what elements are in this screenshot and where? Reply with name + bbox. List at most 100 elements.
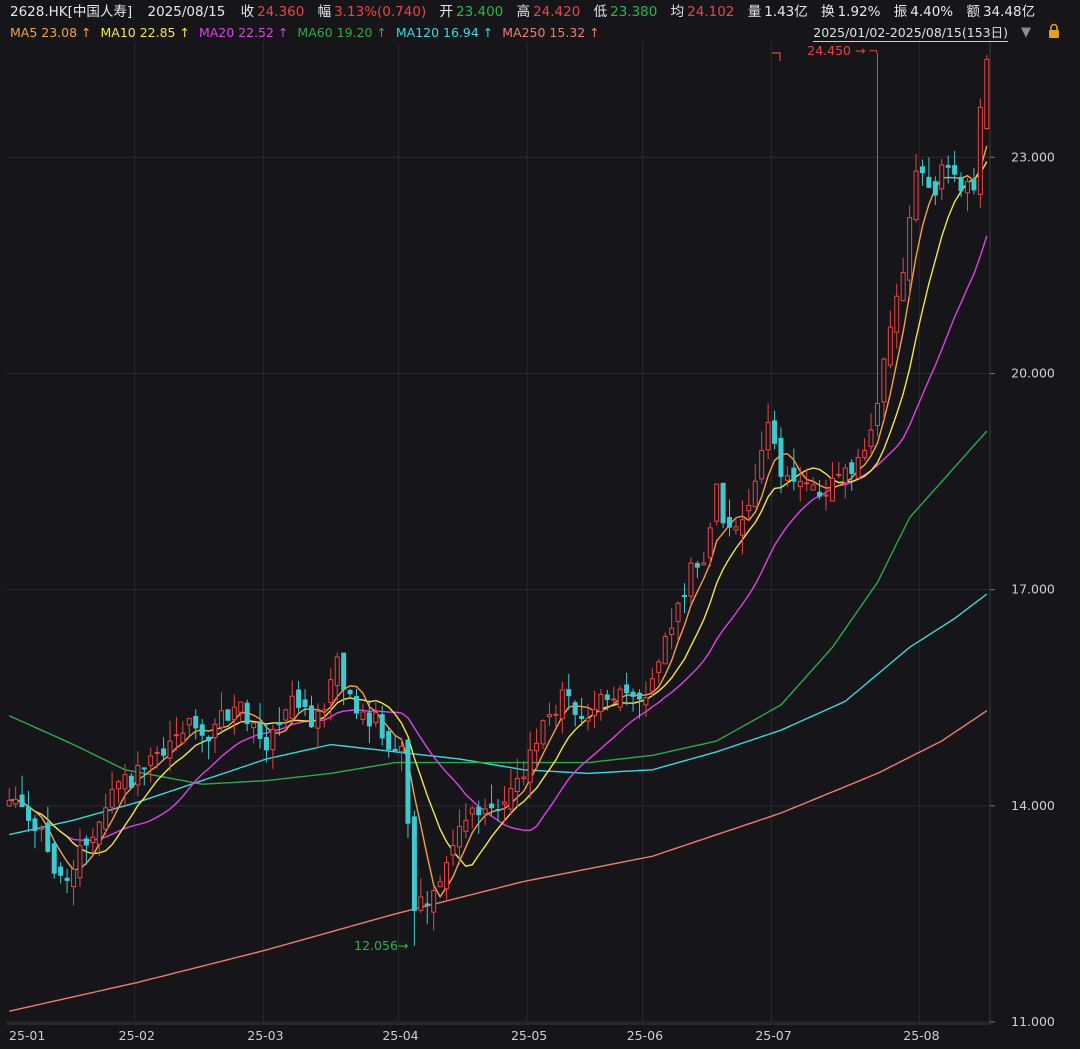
- candle-body: [341, 652, 347, 690]
- candle-body: [720, 482, 726, 524]
- candle-body: [180, 732, 186, 744]
- candle-body: [945, 165, 951, 168]
- candle-body: [122, 774, 128, 790]
- candle-body: [868, 429, 874, 447]
- y-tick-label: 17.000: [1011, 582, 1055, 597]
- candle-body: [244, 702, 250, 725]
- candle-body: [193, 715, 199, 729]
- candle-body: [714, 483, 720, 522]
- candle-body: [379, 714, 385, 739]
- candle-body: [669, 627, 675, 635]
- candle-body: [842, 467, 848, 483]
- candle-body: [418, 896, 424, 911]
- candle-body: [572, 702, 578, 715]
- candle-body: [19, 794, 25, 808]
- candle-body: [116, 781, 122, 790]
- candle-body: [354, 696, 360, 714]
- candle-body: [450, 845, 456, 856]
- candle-body: [862, 449, 868, 459]
- candle-body: [231, 706, 237, 721]
- x-tick-label: 25-07: [755, 1028, 791, 1043]
- candle-body: [636, 692, 642, 700]
- candle-body: [83, 838, 89, 846]
- candle-body: [302, 699, 308, 708]
- x-tick-label: 25-08: [903, 1028, 939, 1043]
- candle-body: [694, 563, 700, 568]
- candle-body: [96, 821, 102, 845]
- candle-body: [701, 562, 707, 566]
- candle-body: [315, 710, 321, 729]
- candle-body: [366, 712, 372, 727]
- candle-body: [624, 684, 630, 694]
- x-tick-label: 25-06: [627, 1028, 663, 1043]
- candle-body: [817, 491, 823, 497]
- x-tick-label: 25-02: [119, 1028, 155, 1043]
- ma20-line: [9, 235, 988, 842]
- candle-body: [926, 176, 932, 188]
- candle-body: [656, 661, 662, 673]
- candle-body: [199, 724, 205, 736]
- candle-body: [135, 764, 141, 786]
- candle-body: [534, 742, 540, 752]
- candle-body: [51, 843, 57, 874]
- candle-body: [508, 787, 514, 810]
- candle-body: [206, 736, 212, 742]
- candle-body: [939, 164, 945, 190]
- candle-body: [64, 877, 70, 881]
- candle-body: [186, 717, 192, 726]
- candle-body: [746, 504, 752, 512]
- candle-body: [411, 816, 417, 911]
- candle-body: [797, 480, 803, 488]
- candle-body: [26, 806, 32, 821]
- candle-body: [225, 709, 231, 721]
- candle-body: [148, 755, 154, 766]
- candle-body: [617, 688, 623, 708]
- candle-body: [463, 819, 469, 832]
- candle-body: [431, 890, 437, 913]
- min-annotation-label: 12.056→: [354, 938, 408, 953]
- candle-body: [360, 711, 366, 720]
- candle-body: [328, 679, 334, 704]
- x-tick-label: 25-01: [9, 1028, 45, 1043]
- candle-body: [546, 714, 552, 718]
- candle-body: [765, 421, 771, 451]
- candle-body: [759, 449, 765, 480]
- candle-body: [128, 775, 134, 788]
- candle-body: [456, 825, 462, 848]
- candle-body: [649, 678, 655, 692]
- candle-body: [984, 58, 990, 129]
- y-tick-label: 23.000: [1011, 149, 1055, 164]
- candle-body: [913, 170, 919, 221]
- candle-body: [611, 698, 617, 701]
- candle-body: [437, 881, 443, 888]
- candle-body: [212, 723, 218, 738]
- candle-body: [952, 165, 958, 175]
- candle-body: [321, 709, 327, 712]
- candle-body: [598, 693, 604, 713]
- candle-body: [977, 106, 983, 195]
- candle-body: [386, 731, 392, 750]
- selection-marker: [772, 52, 781, 61]
- candle-body: [733, 526, 739, 531]
- candle-body: [13, 798, 19, 805]
- candle-body: [482, 808, 488, 815]
- candle-body: [173, 734, 179, 737]
- candle-body: [791, 467, 797, 482]
- candle-body: [688, 562, 694, 597]
- candle-body: [829, 477, 835, 502]
- candle-body: [752, 480, 758, 508]
- candle-body: [296, 689, 302, 708]
- candle-body: [424, 903, 430, 906]
- candle-body: [308, 705, 314, 728]
- candle-body: [347, 690, 353, 695]
- candle-body: [778, 437, 784, 477]
- ma60-line: [8, 430, 988, 785]
- candle-body: [810, 484, 816, 491]
- candle-body: [71, 868, 77, 888]
- candle-body: [103, 807, 109, 830]
- candle-body: [6, 799, 12, 807]
- ma10-line: [9, 161, 988, 867]
- candle-body: [334, 656, 340, 686]
- candle-body: [399, 745, 405, 753]
- candle-body: [566, 689, 572, 697]
